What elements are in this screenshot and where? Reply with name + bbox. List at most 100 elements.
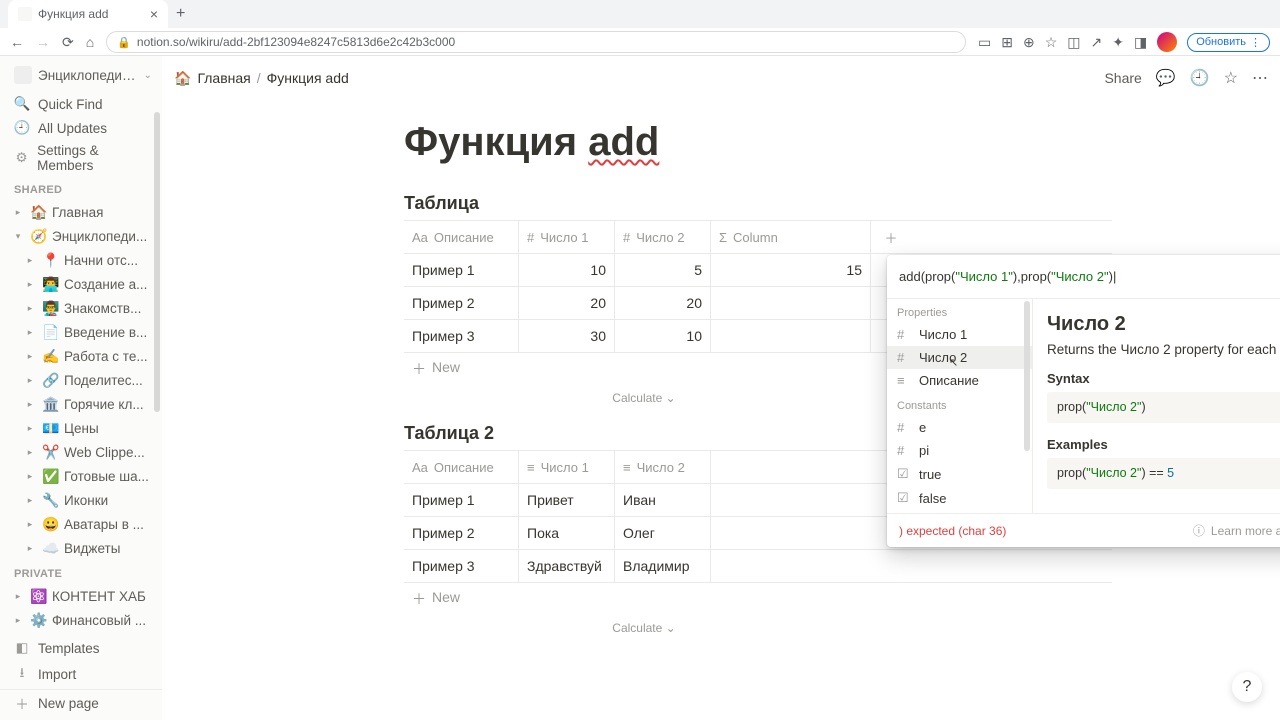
- table-row[interactable]: Пример 3 Здравствуй Владимир: [404, 550, 1112, 583]
- const-item[interactable]: ☑true: [887, 462, 1032, 486]
- chevron-icon[interactable]: ▸: [10, 615, 26, 626]
- new-tab-button[interactable]: +: [176, 5, 185, 23]
- cell-n2[interactable]: Олег: [615, 517, 711, 549]
- db1-col-formula[interactable]: ΣColumn: [711, 221, 871, 253]
- chevron-icon[interactable]: ▸: [22, 351, 38, 362]
- sidebar-page-item[interactable]: ▸🔗Поделитес...: [0, 368, 162, 392]
- breadcrumb-home[interactable]: Главная: [197, 70, 250, 86]
- updates-icon[interactable]: 🕘: [1190, 68, 1210, 88]
- sidebar-page-item[interactable]: ▸✍️Работа с те...: [0, 344, 162, 368]
- cell-desc[interactable]: Пример 1: [404, 254, 519, 286]
- import-button[interactable]: ⭳ Import: [0, 660, 162, 689]
- db2-new-row[interactable]: ＋New: [404, 583, 1112, 615]
- back-button[interactable]: ←: [10, 34, 24, 50]
- cell-desc[interactable]: Пример 2: [404, 517, 519, 549]
- sidebar-page-item[interactable]: ▸⚙️Финансовый ...: [0, 608, 162, 632]
- sidebar-page-item[interactable]: ▸⚛️КОНТЕНТ ХАБ: [0, 584, 162, 608]
- chevron-icon[interactable]: ▸: [22, 279, 38, 290]
- help-bubble[interactable]: ?: [1232, 672, 1262, 702]
- settings-members[interactable]: ⚙ Settings & Members: [0, 140, 162, 176]
- cell-desc[interactable]: Пример 3: [404, 320, 519, 352]
- cell-n1[interactable]: Привет: [519, 484, 615, 516]
- sidebar-page-item[interactable]: ▸✅Готовые ша...: [0, 464, 162, 488]
- db1-add-column[interactable]: ＋: [871, 221, 911, 253]
- db2-col-desc[interactable]: AaОписание: [404, 451, 519, 483]
- ext1-icon[interactable]: ◫: [1067, 34, 1080, 51]
- cell-n1[interactable]: Здравствуй: [519, 550, 615, 582]
- const-item[interactable]: #e: [887, 416, 1032, 439]
- chevron-icon[interactable]: ▸: [22, 543, 38, 554]
- chevron-icon[interactable]: ▸: [22, 399, 38, 410]
- cell-formula[interactable]: [711, 287, 871, 319]
- cell-desc[interactable]: Пример 2: [404, 287, 519, 319]
- formula-help-link[interactable]: ⓘLearn more about formulas: [1193, 522, 1280, 539]
- chevron-icon[interactable]: ▸: [22, 495, 38, 506]
- share-button[interactable]: Share: [1104, 70, 1141, 86]
- extensions-icon[interactable]: ✦: [1112, 34, 1124, 51]
- favorite-icon[interactable]: ☆: [1224, 68, 1238, 88]
- close-tab-icon[interactable]: ×: [150, 6, 158, 22]
- cell-desc[interactable]: Пример 3: [404, 550, 519, 582]
- reload-button[interactable]: ⟳: [62, 34, 74, 51]
- update-button[interactable]: Обновить⋮: [1187, 33, 1270, 52]
- chevron-icon[interactable]: ▸: [22, 447, 38, 458]
- cell-n1[interactable]: 10: [519, 254, 615, 286]
- cell-formula[interactable]: [711, 320, 871, 352]
- sidebar-page-item[interactable]: ▸💶Цены: [0, 416, 162, 440]
- browser-tab[interactable]: Функция add ×: [8, 0, 168, 28]
- chevron-icon[interactable]: ▸: [10, 207, 26, 218]
- qr-icon[interactable]: ⊞: [1001, 34, 1013, 51]
- cell-n1[interactable]: Пока: [519, 517, 615, 549]
- cell-formula[interactable]: 15: [711, 254, 871, 286]
- const-item[interactable]: #pi: [887, 439, 1032, 462]
- ext2-icon[interactable]: ↗: [1090, 34, 1102, 51]
- formula-input[interactable]: add(prop("Число 1"),prop("Число 2")|: [899, 269, 1280, 285]
- url-input[interactable]: 🔒 notion.so/wikiru/add-2bf123094e8247c58…: [106, 31, 966, 53]
- chevron-icon[interactable]: ▸: [22, 375, 38, 386]
- sidebar-page-item[interactable]: ▸📍Начни отс...: [0, 248, 162, 272]
- cell-n1[interactable]: 20: [519, 287, 615, 319]
- chevron-icon[interactable]: ▸: [22, 255, 38, 266]
- chevron-icon[interactable]: ▸: [22, 423, 38, 434]
- new-page-button[interactable]: ＋ New page: [0, 689, 162, 716]
- cell-n2[interactable]: 10: [615, 320, 711, 352]
- breadcrumb-current[interactable]: Функция add: [267, 70, 349, 86]
- db2-col-n1[interactable]: ≡Число 1: [519, 451, 615, 483]
- sidebar-page-item[interactable]: ▸☁️Виджеты: [0, 536, 162, 560]
- sidebar-page-item[interactable]: ▸🏠Главная: [0, 200, 162, 224]
- cell-n2[interactable]: 5: [615, 254, 711, 286]
- db2-calculate[interactable]: Calculate ⌄: [404, 615, 884, 641]
- sidebar-page-item[interactable]: ▸📄Введение в...: [0, 320, 162, 344]
- const-item[interactable]: ☑false: [887, 486, 1032, 510]
- star-icon[interactable]: ☆: [1045, 34, 1058, 51]
- db1-col-n2[interactable]: #Число 2: [615, 221, 711, 253]
- chevron-icon[interactable]: ▸: [22, 471, 38, 482]
- quick-find[interactable]: 🔍 Quick Find: [0, 92, 162, 116]
- sidebar-page-item[interactable]: ▸👨‍💻Создание а...: [0, 272, 162, 296]
- db2-col-n2[interactable]: ≡Число 2: [615, 451, 711, 483]
- sidebar-page-item[interactable]: ▸😀Аватары в ...: [0, 512, 162, 536]
- sidebar-scrollbar[interactable]: [154, 112, 160, 412]
- forward-button[interactable]: →: [36, 34, 50, 50]
- screen-icon[interactable]: ▭: [978, 34, 991, 51]
- sidebar-page-item[interactable]: ▸🏛️Горячие кл...: [0, 392, 162, 416]
- sidebar-page-item[interactable]: ▸👨‍🏫Знакомств...: [0, 296, 162, 320]
- prop-item[interactable]: #Число 1: [887, 323, 1032, 346]
- more-icon[interactable]: ⋯: [1252, 68, 1268, 88]
- suggestions-scrollbar[interactable]: [1024, 301, 1030, 451]
- comments-icon[interactable]: 💬: [1156, 68, 1176, 88]
- db1-col-desc[interactable]: AaОписание: [404, 221, 519, 253]
- prop-item[interactable]: #Число 2↖: [887, 346, 1032, 369]
- zoom-icon[interactable]: ⊕: [1023, 34, 1035, 51]
- all-updates[interactable]: 🕘 All Updates: [0, 116, 162, 140]
- sidepanel-icon[interactable]: ◨: [1134, 34, 1147, 51]
- db1-col-n1[interactable]: #Число 1: [519, 221, 615, 253]
- templates-button[interactable]: ◧ Templates: [0, 636, 162, 660]
- chevron-icon[interactable]: ▾: [10, 231, 26, 242]
- cell-desc[interactable]: Пример 1: [404, 484, 519, 516]
- chevron-icon[interactable]: ▸: [22, 519, 38, 530]
- prop-item[interactable]: ≡Описание: [887, 369, 1032, 392]
- cell-n2[interactable]: Владимир: [615, 550, 711, 582]
- chevron-icon[interactable]: ▸: [10, 591, 26, 602]
- cell-n2[interactable]: Иван: [615, 484, 711, 516]
